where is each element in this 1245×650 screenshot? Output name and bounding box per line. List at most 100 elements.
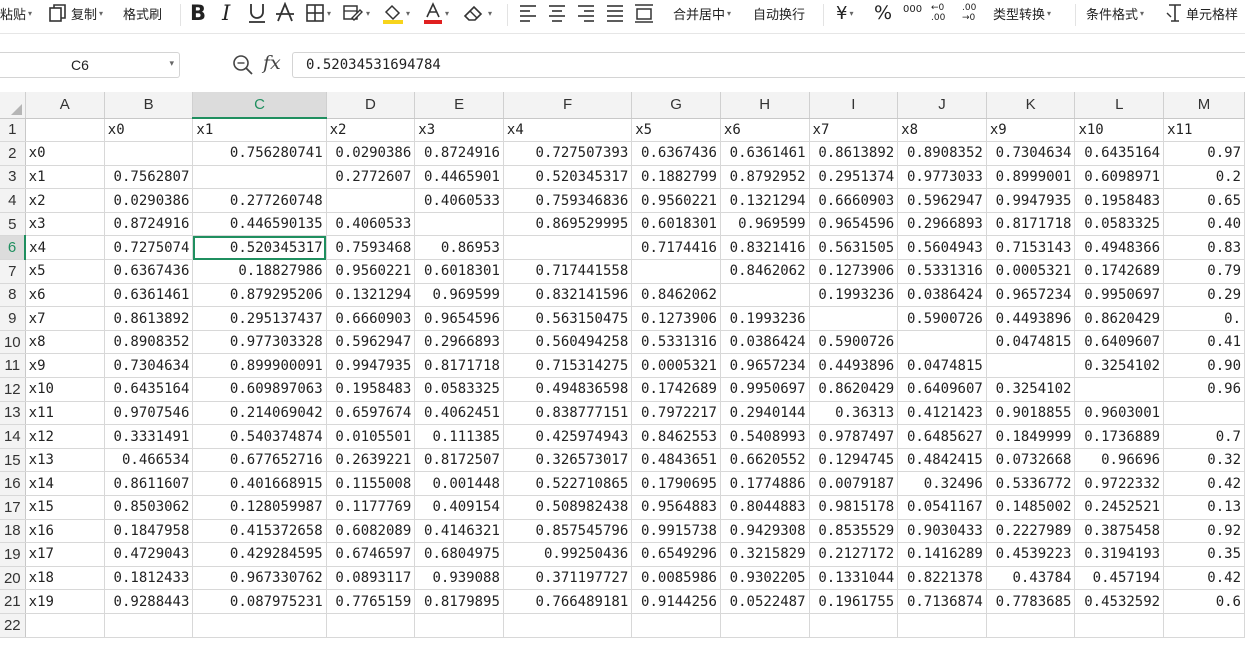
cell-g19[interactable]: 0.6549296 xyxy=(631,542,721,567)
column-header-e[interactable]: E xyxy=(414,92,504,119)
cell-c4[interactable]: 0.277260748 xyxy=(192,188,327,213)
cell-e3[interactable]: 0.4465901 xyxy=(414,165,504,190)
cell-h8[interactable] xyxy=(720,283,810,308)
distributed-align-button[interactable] xyxy=(633,0,655,26)
cell-h13[interactable]: 0.2940144 xyxy=(720,401,810,426)
cell-f5[interactable]: 0.869529995 xyxy=(503,212,633,237)
cell-c2[interactable]: 0.756280741 xyxy=(192,141,327,166)
cell-e8[interactable]: 0.969599 xyxy=(414,283,504,308)
cell-a3[interactable]: x1 xyxy=(25,165,105,190)
cell-c8[interactable]: 0.879295206 xyxy=(192,283,327,308)
row-header-20[interactable]: 20 xyxy=(0,566,26,591)
cell-k13[interactable]: 0.9018855 xyxy=(986,401,1076,426)
cell-i13[interactable]: 0.36313 xyxy=(809,401,899,426)
cell-m22[interactable] xyxy=(1163,613,1245,638)
cell-l20[interactable]: 0.457194 xyxy=(1074,566,1165,591)
cell-m20[interactable]: 0.42 xyxy=(1163,566,1245,591)
cell-i11[interactable]: 0.4493896 xyxy=(809,353,899,379)
cell-i9[interactable] xyxy=(809,306,899,331)
cell-h6[interactable]: 0.8321416 xyxy=(720,235,810,261)
cell-e16[interactable]: 0.001448 xyxy=(414,471,504,496)
cell-e10[interactable]: 0.2966893 xyxy=(414,330,504,355)
cell-a5[interactable]: x3 xyxy=(25,212,105,237)
wrap-text-button[interactable]: 自动换行 xyxy=(753,0,805,26)
cell-g3[interactable]: 0.1882799 xyxy=(631,165,721,190)
row-header-22[interactable]: 22 xyxy=(0,613,26,638)
cell-g4[interactable]: 0.9560221 xyxy=(631,188,721,213)
cell-c16[interactable]: 0.401668915 xyxy=(192,471,327,496)
cell-a17[interactable]: x15 xyxy=(25,495,105,520)
column-header-j[interactable]: J xyxy=(897,92,987,119)
cell-h9[interactable]: 0.1993236 xyxy=(720,306,810,331)
cell-h2[interactable]: 0.6361461 xyxy=(720,141,810,166)
cell-f15[interactable]: 0.326573017 xyxy=(503,448,633,473)
cell-c20[interactable]: 0.967330762 xyxy=(192,566,327,591)
paste-button[interactable]: 粘贴 ▾ xyxy=(0,0,32,26)
cell-e15[interactable]: 0.8172507 xyxy=(414,448,504,473)
align-right-button[interactable] xyxy=(576,0,596,26)
cell-l8[interactable]: 0.9950697 xyxy=(1074,283,1165,308)
cell-d14[interactable]: 0.0105501 xyxy=(326,424,416,449)
cell-b21[interactable]: 0.9288443 xyxy=(104,589,194,614)
cell-m15[interactable]: 0.32 xyxy=(1163,448,1245,473)
cell-style-button[interactable]: 单元格样 xyxy=(1166,0,1238,26)
cell-d3[interactable]: 0.2772607 xyxy=(326,165,416,190)
column-header-d[interactable]: D xyxy=(326,92,416,119)
cell-m7[interactable]: 0.79 xyxy=(1163,259,1245,284)
cell-a13[interactable]: x11 xyxy=(25,401,105,426)
cell-c10[interactable]: 0.977303328 xyxy=(192,330,327,355)
cell-b17[interactable]: 0.8503062 xyxy=(104,495,194,520)
row-header-1[interactable]: 1 xyxy=(0,118,26,143)
cell-f9[interactable]: 0.563150475 xyxy=(503,306,633,331)
cell-b19[interactable]: 0.4729043 xyxy=(104,542,194,567)
cell-e17[interactable]: 0.409154 xyxy=(414,495,504,520)
align-center-button[interactable] xyxy=(547,0,567,26)
cell-h3[interactable]: 0.8792952 xyxy=(720,165,810,190)
cell-k12[interactable]: 0.3254102 xyxy=(986,377,1076,402)
cell-i19[interactable]: 0.2127172 xyxy=(809,542,899,567)
row-header-11[interactable]: 11 xyxy=(0,353,26,379)
cell-j3[interactable]: 0.9773033 xyxy=(897,165,987,190)
borders-button[interactable]: ▾ xyxy=(305,0,331,26)
cell-l11[interactable]: 0.3254102 xyxy=(1074,353,1165,379)
cell-h22[interactable] xyxy=(720,613,810,638)
cell-f17[interactable]: 0.508982438 xyxy=(503,495,633,520)
cell-a16[interactable]: x14 xyxy=(25,471,105,496)
cell-b1[interactable]: x0 xyxy=(104,118,194,143)
cell-e22[interactable] xyxy=(414,613,504,638)
cell-g10[interactable]: 0.5331316 xyxy=(631,330,721,355)
cell-b14[interactable]: 0.3331491 xyxy=(104,424,194,449)
cell-l14[interactable]: 0.1736889 xyxy=(1074,424,1165,449)
cell-g16[interactable]: 0.1790695 xyxy=(631,471,721,496)
cell-f10[interactable]: 0.560494258 xyxy=(503,330,633,355)
cell-e2[interactable]: 0.8724916 xyxy=(414,141,504,166)
cell-j18[interactable]: 0.9030433 xyxy=(897,519,987,544)
cell-a1[interactable] xyxy=(25,118,105,143)
cell-c12[interactable]: 0.609897063 xyxy=(192,377,327,402)
cell-l17[interactable]: 0.2452521 xyxy=(1074,495,1165,520)
cell-e13[interactable]: 0.4062451 xyxy=(414,401,504,426)
cell-c9[interactable]: 0.295137437 xyxy=(192,306,327,331)
cell-j6[interactable]: 0.5604943 xyxy=(897,235,987,261)
cell-c1[interactable]: x1 xyxy=(192,118,327,143)
font-color-button[interactable]: ▾ xyxy=(423,0,449,26)
cell-b12[interactable]: 0.6435164 xyxy=(104,377,194,402)
cell-a2[interactable]: x0 xyxy=(25,141,105,166)
row-header-13[interactable]: 13 xyxy=(0,401,26,426)
type-convert-button[interactable]: 类型转换 ▾ xyxy=(993,0,1051,26)
cell-f8[interactable]: 0.832141596 xyxy=(503,283,633,308)
cell-l3[interactable]: 0.6098971 xyxy=(1074,165,1165,190)
cell-m2[interactable]: 0.97 xyxy=(1163,141,1245,166)
row-header-5[interactable]: 5 xyxy=(0,212,26,237)
cell-g5[interactable]: 0.6018301 xyxy=(631,212,721,237)
cell-e18[interactable]: 0.4146321 xyxy=(414,519,504,544)
cell-f1[interactable]: x4 xyxy=(503,118,633,143)
cell-j11[interactable]: 0.0474815 xyxy=(897,353,987,379)
column-header-g[interactable]: G xyxy=(631,92,721,119)
cell-d19[interactable]: 0.6746597 xyxy=(326,542,416,567)
cell-b2[interactable] xyxy=(104,141,194,166)
cell-b7[interactable]: 0.6367436 xyxy=(104,259,194,284)
cell-m3[interactable]: 0.2 xyxy=(1163,165,1245,190)
row-header-6[interactable]: 6 xyxy=(0,235,27,261)
cell-h12[interactable]: 0.9950697 xyxy=(720,377,810,402)
